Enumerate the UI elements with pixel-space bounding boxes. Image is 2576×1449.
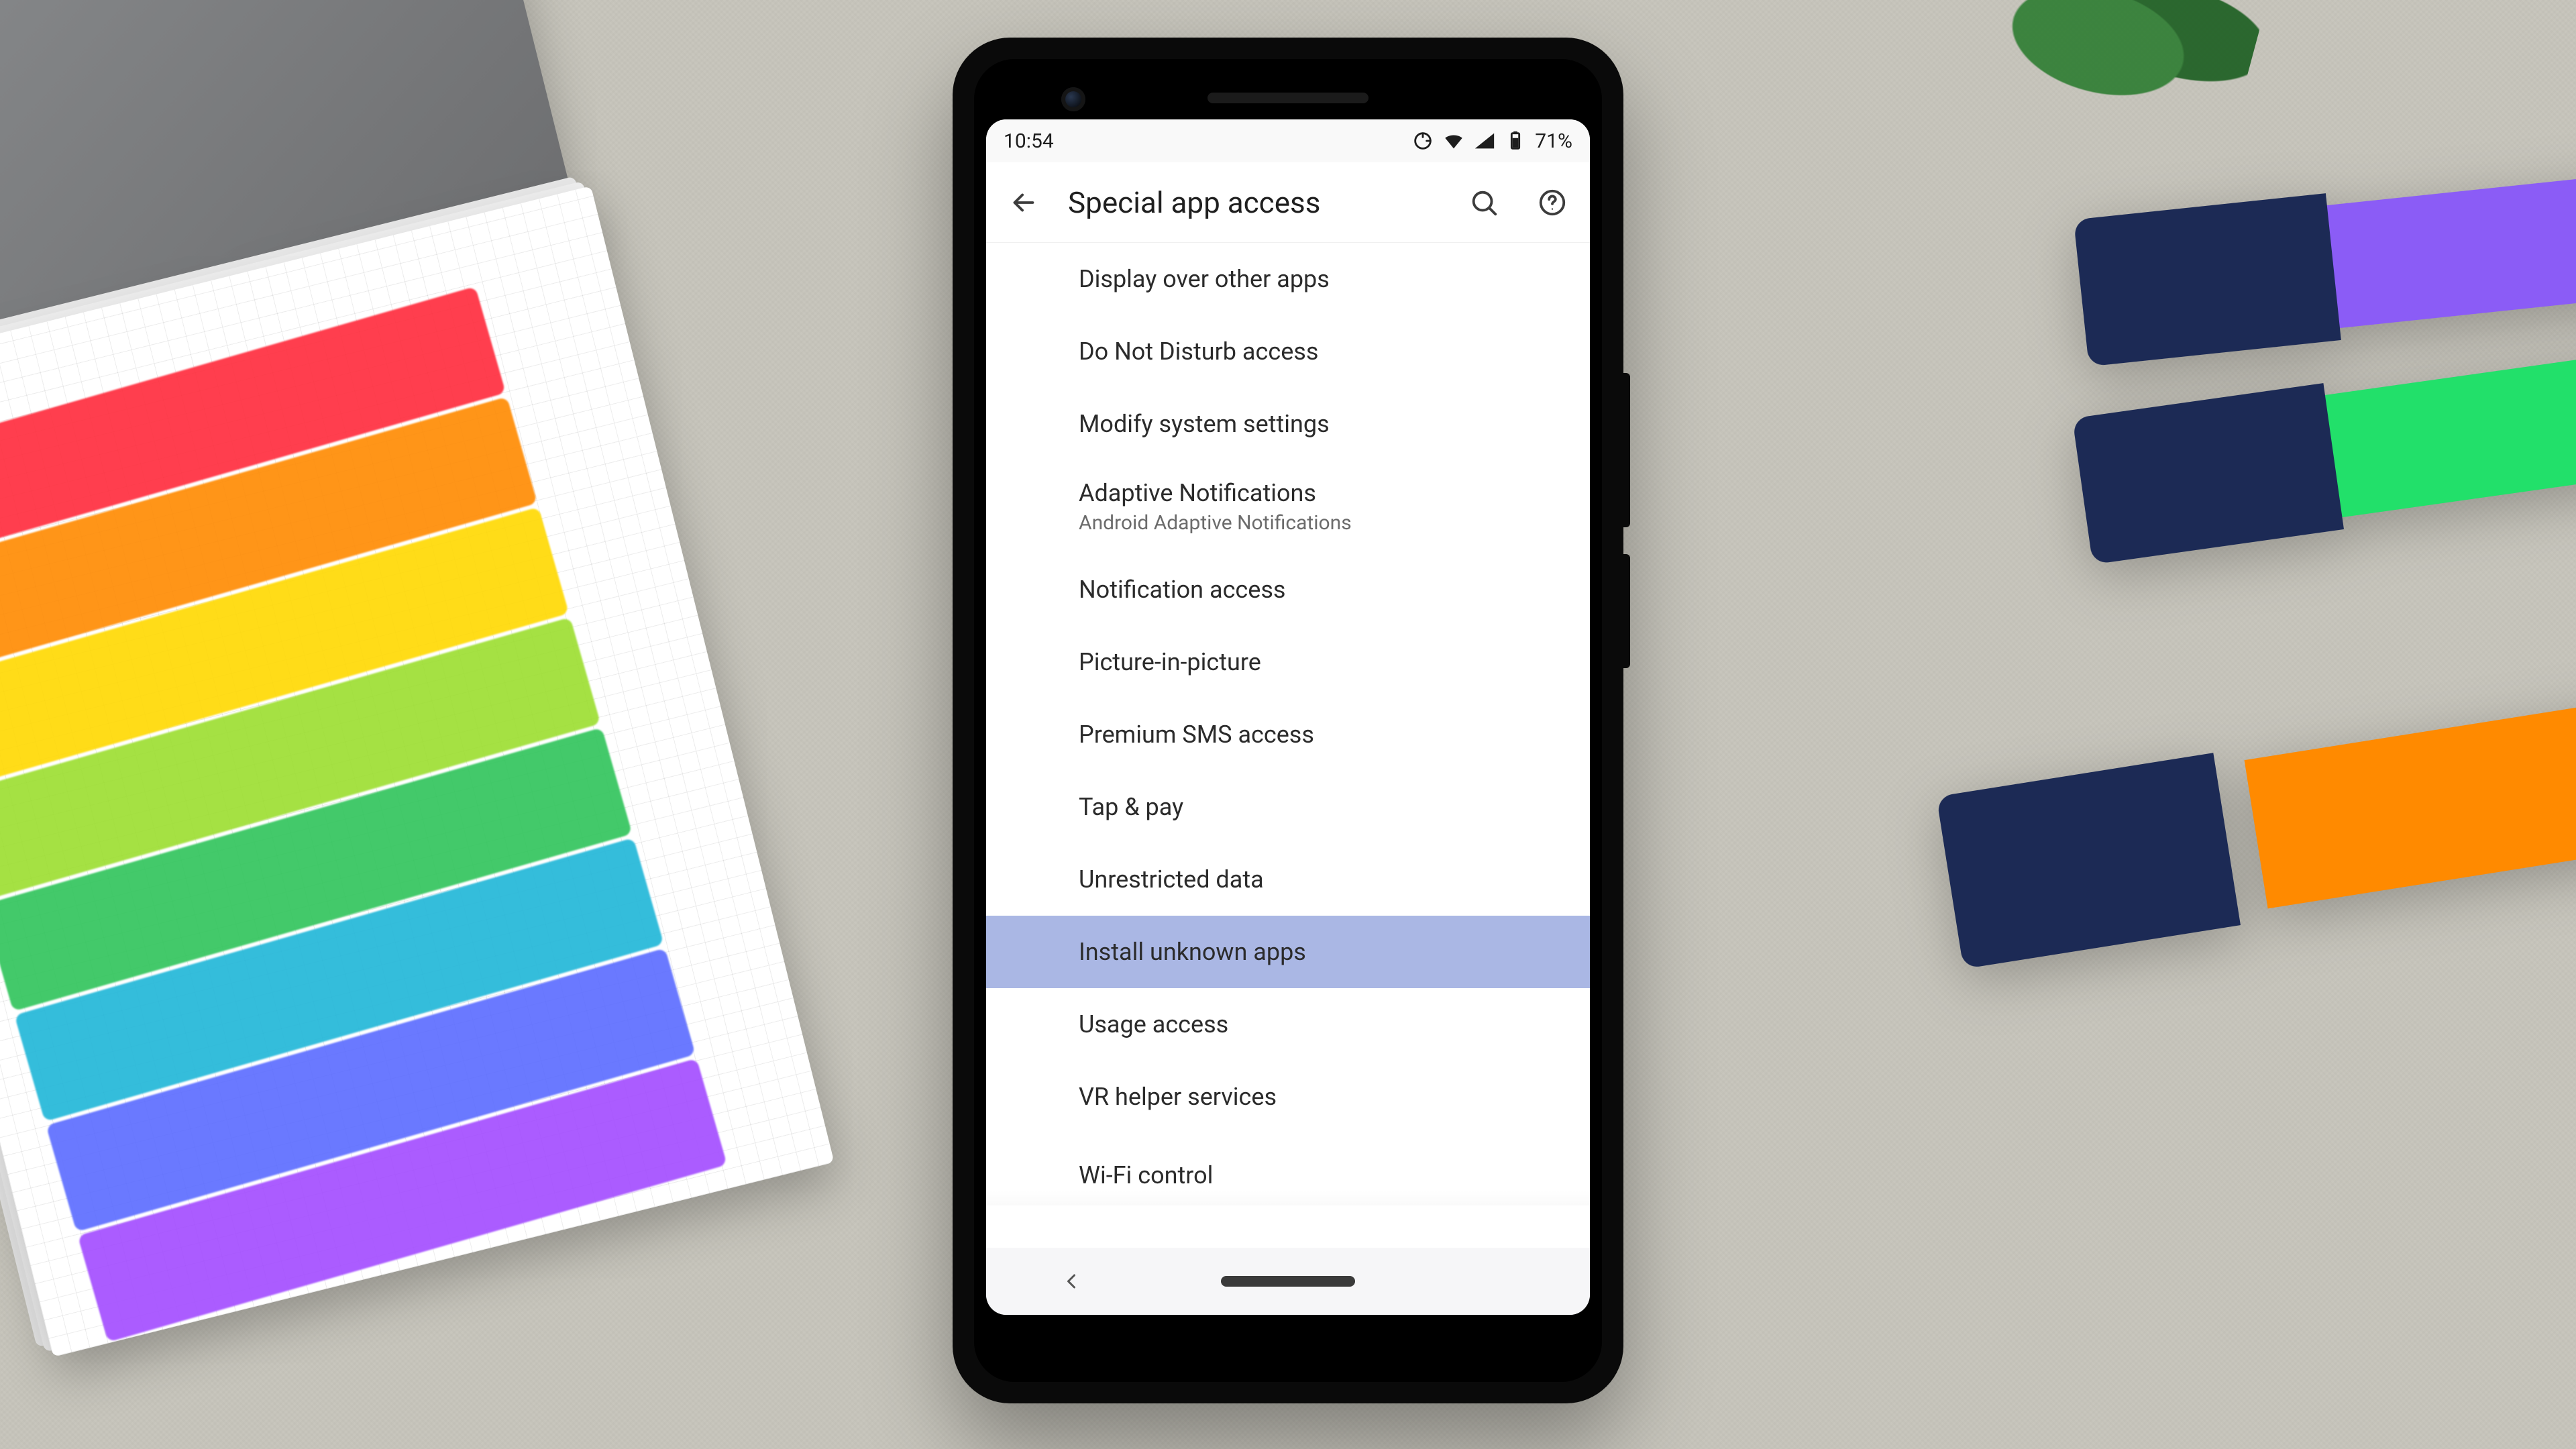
- settings-row-title: Display over other apps: [1079, 265, 1563, 293]
- plant-prop: [1984, 0, 2269, 138]
- settings-row-title: Notification access: [1079, 576, 1563, 604]
- settings-row-title: VR helper services: [1079, 1083, 1563, 1111]
- settings-row[interactable]: Premium SMS access: [986, 698, 1590, 771]
- settings-row-title: Modify system settings: [1079, 410, 1563, 438]
- front-camera: [1061, 87, 1085, 111]
- settings-row[interactable]: Modify system settings: [986, 388, 1590, 460]
- rotation-lock-icon: [1411, 129, 1434, 152]
- highlighter-orange: [1936, 682, 2576, 969]
- search-button[interactable]: [1460, 178, 1508, 227]
- notebook-prop: [0, 186, 835, 1357]
- settings-row[interactable]: Notification access: [986, 553, 1590, 626]
- settings-row-title: Unrestricted data: [1079, 865, 1563, 894]
- settings-row[interactable]: Do Not Disturb access: [986, 315, 1590, 388]
- settings-row[interactable]: VR helper services: [986, 1061, 1590, 1133]
- app-bar: Special app access: [986, 162, 1590, 243]
- status-bar: 10:54 71%: [986, 119, 1590, 162]
- help-button[interactable]: [1528, 178, 1576, 227]
- settings-row-subtitle: Android Adaptive Notifications: [1079, 511, 1563, 535]
- cellular-signal-icon: [1473, 129, 1496, 152]
- phone-frame: 10:54 71%: [953, 38, 1623, 1403]
- status-time: 10:54: [1004, 129, 1054, 153]
- earpiece-speaker: [1208, 93, 1368, 103]
- settings-row-title: Install unknown apps: [1079, 938, 1563, 966]
- settings-list[interactable]: Display over other apps Do Not Disturb ac…: [986, 243, 1590, 1248]
- settings-row-title: Premium SMS access: [1079, 720, 1563, 749]
- back-button[interactable]: [1000, 178, 1048, 227]
- settings-row[interactable]: Display over other apps: [986, 243, 1590, 315]
- system-home-pill[interactable]: [1221, 1276, 1355, 1287]
- settings-row[interactable]: Picture-in-picture: [986, 626, 1590, 698]
- settings-row[interactable]: Usage access: [986, 988, 1590, 1061]
- settings-row[interactable]: Install unknown apps: [986, 916, 1590, 988]
- battery-icon: [1504, 129, 1527, 152]
- settings-row[interactable]: Tap & pay: [986, 771, 1590, 843]
- wifi-icon: [1442, 129, 1465, 152]
- highlighter-green: [2072, 334, 2576, 564]
- settings-row[interactable]: Adaptive Notifications Android Adaptive N…: [986, 460, 1590, 553]
- settings-row[interactable]: Wi-Fi control: [986, 1133, 1590, 1205]
- settings-row-title: Adaptive Notifications: [1079, 479, 1563, 507]
- settings-row[interactable]: Unrestricted data: [986, 843, 1590, 916]
- settings-row-title: Usage access: [1079, 1010, 1563, 1038]
- settings-row-title: Do Not Disturb access: [1079, 337, 1563, 366]
- settings-row-title: Tap & pay: [1079, 793, 1563, 821]
- system-nav-bar: [986, 1248, 1590, 1315]
- phone-screen: 10:54 71%: [986, 119, 1590, 1315]
- status-battery-text: 71%: [1535, 129, 1572, 153]
- system-back-button[interactable]: [1051, 1261, 1091, 1301]
- highlighter-purple: [2074, 157, 2576, 367]
- page-title: Special app access: [1068, 185, 1440, 220]
- settings-row-title: Wi-Fi control: [1079, 1161, 1563, 1189]
- settings-row-title: Picture-in-picture: [1079, 648, 1563, 676]
